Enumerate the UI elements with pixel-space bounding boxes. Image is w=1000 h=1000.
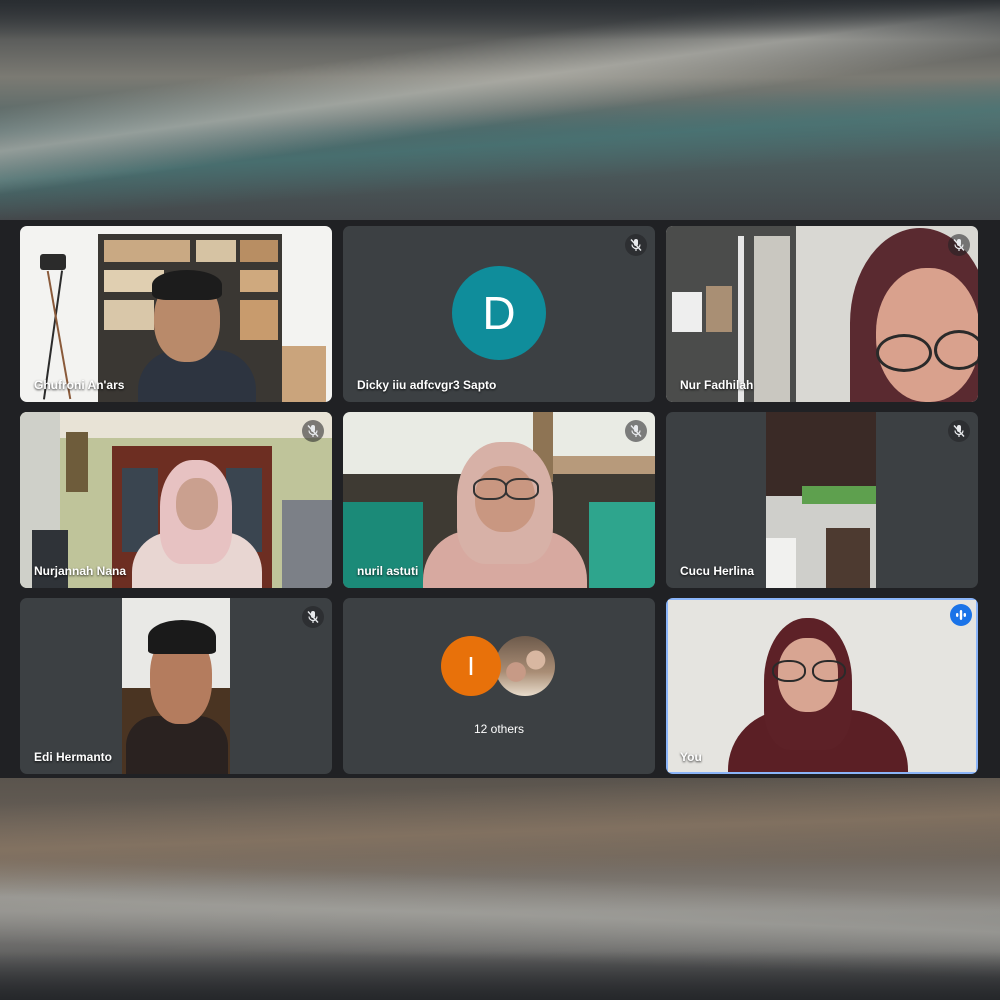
participant-video [20,226,332,402]
participant-tile-nur-fadhilah[interactable]: Nur Fadhilah [666,226,978,402]
participant-video [20,412,332,588]
mic-off-icon [948,420,970,442]
participant-tile-ghufroni[interactable]: Ghufroni An'ars [20,226,332,402]
participant-name: Cucu Herlina [680,564,755,578]
participant-video [668,600,976,772]
mic-off-icon [302,606,324,628]
participant-avatar: D [452,266,546,360]
participant-name: Nurjannah Nana [34,564,127,578]
mic-off-icon [625,234,647,256]
audio-level-icon [950,604,972,626]
participant-video [343,412,655,588]
participant-video [122,598,230,774]
participant-tile-you[interactable]: You [666,598,978,774]
participant-name: nuril astuti [357,564,419,578]
participant-tile-edi[interactable]: Edi Hermanto [20,598,332,774]
mic-off-icon [302,420,324,442]
meeting-video-grid: Ghufroni An'ars D Dicky iiu adfcvgr3 Sap… [0,220,1000,778]
participant-name: Ghufroni An'ars [34,378,125,392]
participant-name: You [680,750,702,764]
others-count-label: 12 others [473,722,525,736]
others-photo-avatar [495,636,555,696]
participant-name: Nur Fadhilah [680,378,754,392]
participant-name: Edi Hermanto [34,750,113,764]
participant-name: Dicky iiu adfcvgr3 Sapto [357,378,497,392]
participant-tile-dicky[interactable]: D Dicky iiu adfcvgr3 Sapto [343,226,655,402]
others-avatar: I [441,636,501,696]
participant-tile-nuril[interactable]: nuril astuti [343,412,655,588]
blurred-background-top [0,0,1000,220]
participant-tile-nurjannah[interactable]: Nurjannah Nana [20,412,332,588]
participant-video [766,412,876,588]
participant-tile-cucu[interactable]: Cucu Herlina [666,412,978,588]
mic-off-icon [625,420,647,442]
participant-tile-others[interactable]: I 12 others [343,598,655,774]
blurred-background-bottom [0,778,1000,1000]
participant-video [666,226,978,402]
mic-off-icon [948,234,970,256]
